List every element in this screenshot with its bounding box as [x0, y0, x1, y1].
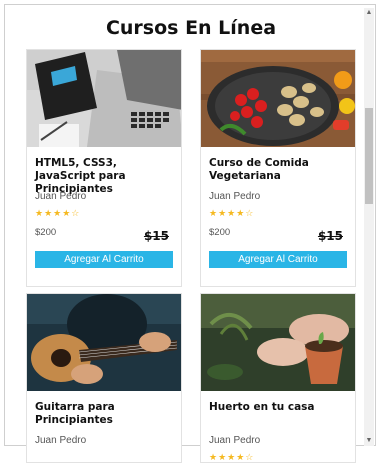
price-row: $200 $15: [35, 223, 173, 245]
course-card[interactable]: Guitarra para Principiantes Juan Pedro: [26, 293, 182, 463]
course-title[interactable]: HTML5, CSS3, JavaScript para Principiant…: [35, 157, 173, 195]
course-card[interactable]: Huerto en tu casa Juan Pedro ★★★★☆: [200, 293, 356, 463]
course-title[interactable]: Curso de Comida Vegetariana: [209, 157, 347, 185]
add-to-cart-button[interactable]: Agregar Al Carrito: [35, 251, 173, 268]
original-price: $15: [143, 229, 169, 243]
course-card[interactable]: HTML5, CSS3, JavaScript para Principiant…: [26, 49, 182, 287]
course-author: Juan Pedro: [209, 435, 261, 446]
course-author: Juan Pedro: [35, 435, 87, 446]
add-to-cart-button[interactable]: Agregar Al Carrito: [209, 251, 347, 268]
course-title[interactable]: Huerto en tu casa: [209, 401, 347, 429]
scroll-down-arrow-icon[interactable]: ▼: [364, 436, 374, 446]
star-rating: ★★★★☆: [35, 208, 81, 218]
price-row: $200 $15: [209, 223, 347, 245]
original-price: $15: [317, 229, 343, 243]
current-price: $200: [35, 227, 57, 238]
star-rating: ★★★★☆: [209, 452, 255, 462]
scrollbar-thumb[interactable]: [365, 108, 373, 204]
course-listing-frame: Cursos En Línea HTML5, CSS3, JavaScript …: [4, 4, 376, 463]
garden-image[interactable]: [201, 294, 355, 391]
course-author: Juan Pedro: [209, 191, 261, 202]
vegetables-image[interactable]: [201, 50, 355, 147]
page-title: Cursos En Línea: [105, 17, 277, 39]
course-card[interactable]: Curso de Comida Vegetariana Juan Pedro ★…: [200, 49, 356, 287]
laptop-image[interactable]: [27, 50, 181, 147]
scroll-up-arrow-icon[interactable]: ▲: [364, 8, 374, 18]
guitar-image[interactable]: [27, 294, 181, 391]
star-rating: ★★★★☆: [209, 208, 255, 218]
course-title[interactable]: Guitarra para Principiantes: [35, 401, 173, 429]
current-price: $200: [209, 227, 231, 238]
vertical-scrollbar[interactable]: ▲ ▼: [364, 8, 374, 446]
